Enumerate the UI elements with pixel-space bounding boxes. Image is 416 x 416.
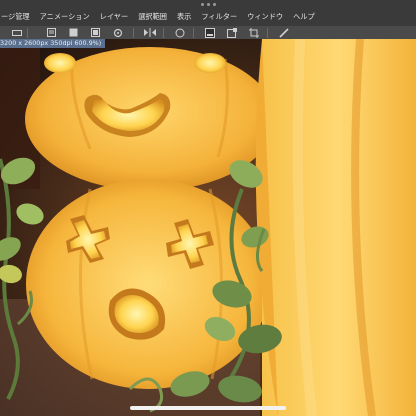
menu-view[interactable]: 表示 [172, 8, 196, 26]
toolbar-divider [267, 27, 268, 38]
copy-icon[interactable] [45, 27, 59, 39]
transform-icon[interactable] [143, 27, 157, 39]
menu-help[interactable]: ヘルプ [288, 8, 320, 26]
ruler-icon[interactable] [10, 27, 24, 39]
menu-selection[interactable]: 選択範囲 [133, 8, 172, 26]
clear-icon[interactable] [203, 27, 217, 39]
drawing-canvas[interactable] [0, 39, 416, 416]
top-grabber-bar [0, 0, 416, 8]
toolbar-divider [27, 27, 28, 38]
menu-page-management[interactable]: ージ管理 [0, 8, 35, 26]
menu-filter[interactable]: フィルター [196, 8, 242, 26]
fill-icon[interactable] [89, 27, 103, 39]
command-bar [0, 26, 416, 39]
home-indicator[interactable] [130, 406, 286, 410]
toolbar-divider [133, 27, 134, 38]
crop-icon[interactable] [247, 27, 261, 39]
document-tab[interactable]: 3200 x 2600px 350dpi 600.9%) [0, 39, 106, 48]
multitasking-dots-icon[interactable] [198, 2, 218, 6]
pen-icon[interactable] [277, 27, 291, 39]
artwork-illustration [0, 39, 416, 416]
settings-icon[interactable] [111, 27, 125, 39]
toolbar-divider [193, 27, 194, 38]
paste-icon[interactable] [67, 27, 81, 39]
menu-bar: ージ管理 アニメーション レイヤー 選択範囲 表示 フィルター ウィンドウ ヘル… [0, 8, 416, 26]
large-pumpkin [262, 39, 416, 416]
menu-window[interactable]: ウィンドウ [242, 8, 288, 26]
toolbar-divider [163, 27, 164, 38]
menu-animation[interactable]: アニメーション [35, 8, 95, 26]
fill-selection-icon[interactable] [225, 27, 239, 39]
ellipse-icon[interactable] [173, 27, 187, 39]
menu-layer[interactable]: レイヤー [95, 8, 134, 26]
